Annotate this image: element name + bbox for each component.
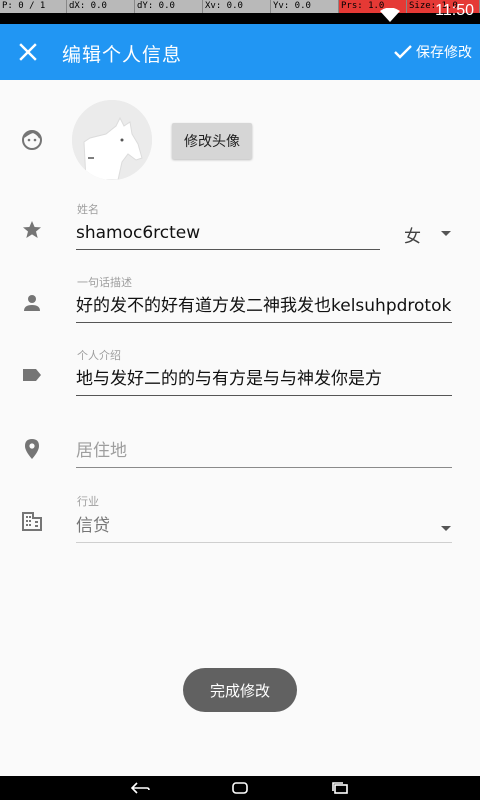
debug-dx: dX: 0.0 — [67, 0, 135, 13]
page-title: 编辑个人信息 — [62, 44, 183, 66]
chevron-down-icon[interactable] — [441, 231, 451, 236]
gender-select[interactable]: 女 — [404, 222, 421, 247]
change-avatar-button[interactable]: 修改头像 — [172, 123, 252, 159]
home-icon[interactable] — [190, 781, 290, 795]
intro-label: 个人介绍 — [77, 349, 121, 362]
debug-yv: Yv: 0.0 — [271, 0, 339, 13]
person-icon — [20, 291, 44, 315]
debug-pointer: P: 0 / 1 — [0, 0, 67, 13]
app-toolbar: 编辑个人信息 保存修改 — [0, 24, 480, 80]
system-nav-bar — [0, 776, 480, 800]
chevron-down-icon[interactable] — [441, 526, 451, 531]
debug-dy: dY: 0.0 — [135, 0, 203, 13]
recents-icon[interactable] — [290, 781, 390, 795]
business-icon — [20, 509, 44, 533]
save-button[interactable]: 保存修改 — [393, 42, 472, 62]
name-input[interactable]: shamoc6rctew — [76, 220, 380, 250]
done-button[interactable]: 完成修改 — [183, 668, 297, 712]
close-button[interactable] — [14, 38, 42, 66]
location-pin-icon — [20, 437, 44, 461]
back-icon[interactable] — [90, 781, 190, 795]
name-label: 姓名 — [77, 203, 99, 216]
pointer-debug-bar: P: 0 / 1 dX: 0.0 dY: 0.0 Xv: 0.0 Yv: 0.0… — [0, 0, 480, 13]
location-input[interactable]: 居住地 — [76, 438, 452, 468]
label-icon — [20, 363, 44, 387]
face-icon — [20, 128, 44, 152]
intro-input[interactable]: 地与发好二的的与有方是与与神发你是方 — [76, 366, 452, 396]
save-button-label: 保存修改 — [416, 45, 472, 61]
avatar[interactable] — [72, 100, 152, 180]
close-icon — [19, 43, 37, 61]
tagline-input[interactable]: 好的发不的好有道方发二神我发也kelsuhpdrotok — [76, 293, 452, 323]
tagline-label: 一句话描述 — [77, 276, 132, 289]
star-icon — [20, 218, 44, 242]
industry-label: 行业 — [77, 495, 99, 508]
debug-xv: Xv: 0.0 — [203, 0, 271, 13]
industry-select[interactable]: 信贷 — [76, 513, 452, 543]
check-icon — [394, 45, 412, 59]
clock: 11:50 — [435, 2, 474, 19]
status-bar: P: 0 / 1 dX: 0.0 dY: 0.0 Xv: 0.0 Yv: 0.0… — [0, 0, 480, 24]
